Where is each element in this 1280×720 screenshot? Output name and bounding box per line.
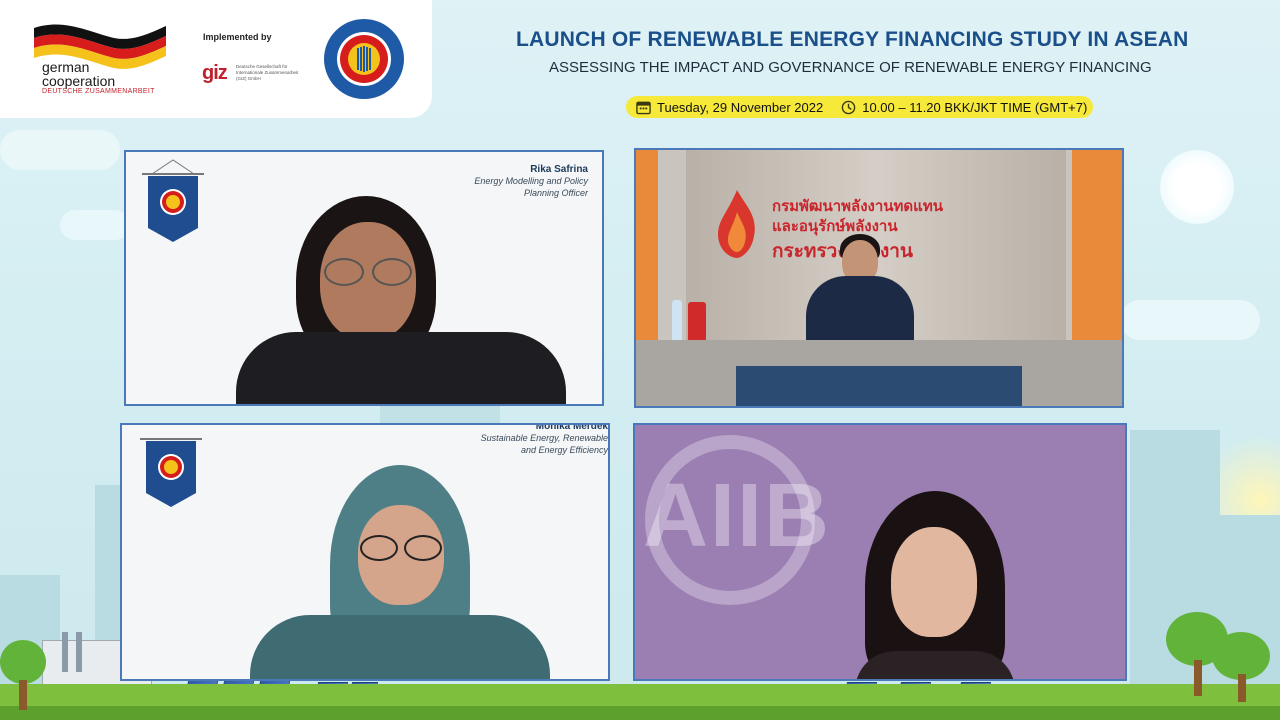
cloud [60, 210, 130, 240]
cloud [0, 130, 120, 170]
tree-trunk [1238, 674, 1246, 702]
tree-crown [1212, 632, 1270, 680]
speaker-role-line1: Energy Modelling and Policy [474, 176, 588, 186]
participant-video [855, 491, 1015, 679]
german-cooperation-text: german cooperation [42, 60, 115, 88]
tree [1212, 632, 1272, 702]
grass-ground-dark [0, 706, 1280, 720]
video-tile-office[interactable]: กรมพัฒนาพลังงานทดแทน และอนุรักษ์พลังงาน … [634, 148, 1124, 408]
video-tile-rika[interactable]: Rika Safrina Energy Modelling and Policy… [124, 150, 604, 406]
giz-logo: giz [202, 62, 228, 84]
clock-icon [841, 100, 856, 114]
participant-video [806, 234, 916, 354]
tree-trunk [19, 680, 27, 710]
calendar-icon [636, 101, 651, 114]
speaker-nameplate: Monika Merdek Sustainable Energy, Renewa… [480, 423, 608, 456]
glasses [404, 535, 442, 561]
participant-body [806, 276, 914, 348]
speaker-role-line1: Sustainable Energy, Renewable [480, 433, 608, 443]
implemented-by-label: Implemented by [203, 32, 272, 42]
tree [0, 640, 46, 710]
building [380, 405, 500, 425]
date-time-pill: Tuesday, 29 November 2022 10.00 – 11.20 … [626, 96, 1093, 118]
speaker-name: Rika Safrina [530, 164, 588, 175]
participant-body [236, 332, 566, 404]
sun-graphic [1160, 150, 1234, 224]
glasses [360, 535, 398, 561]
video-tile-aiib[interactable]: AIIB [633, 423, 1127, 681]
german-line1: german [42, 59, 90, 75]
ace-pennant-icon [142, 159, 204, 242]
video-tile-monika[interactable]: Monika Merdek Sustainable Energy, Renewa… [120, 423, 610, 681]
event-date: Tuesday, 29 November 2022 [657, 99, 824, 115]
participant-face [891, 527, 977, 637]
table-front-panel [736, 366, 1022, 406]
glasses [372, 258, 412, 286]
giz-subtext: Deutsche Gesellschaft für Internationale… [236, 64, 299, 81]
aiib-logo-text: AIIB [643, 466, 831, 566]
event-subtitle: ASSESSING THE IMPACT AND GOVERNANCE OF R… [549, 59, 1152, 76]
glasses [324, 258, 364, 286]
speaker-name: Monika Merdek [535, 423, 608, 432]
event-time: 10.00 – 11.20 BKK/JKT TIME (GMT+7) [862, 99, 1088, 115]
ace-logo-icon [324, 19, 404, 99]
participant-video [250, 465, 550, 679]
speaker-role-line2: and Energy Efficiency [520, 445, 608, 455]
tree-trunk [1194, 660, 1202, 696]
flame-logo-icon [718, 190, 755, 258]
participant-body [250, 615, 550, 679]
participant-video [236, 192, 566, 404]
sponsor-logo-card: german cooperation DEUTSCHE ZUSAMMENARBE… [0, 0, 432, 118]
participant-body [855, 651, 1015, 679]
german-sub-text: DEUTSCHE ZUSAMMENARBEIT [42, 88, 155, 95]
factory-chimney [76, 632, 82, 672]
office-wall-accent [636, 150, 658, 350]
german-line2: cooperation [42, 73, 116, 89]
office-wall-accent [1072, 150, 1122, 350]
ace-pennant-icon [140, 438, 202, 507]
tree-crown [0, 640, 46, 684]
cloud [1120, 300, 1260, 340]
event-title: LAUNCH OF RENEWABLE ENERGY FINANCING STU… [516, 28, 1189, 51]
factory-chimney [62, 632, 68, 672]
